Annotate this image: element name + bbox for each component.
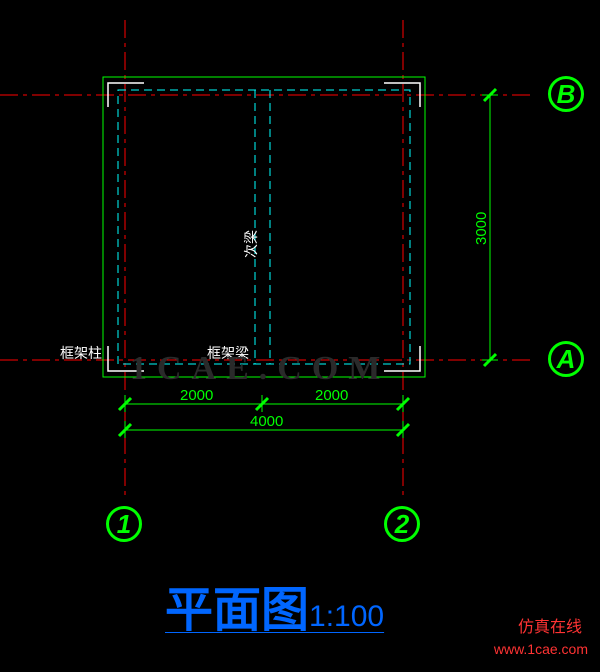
dim-bay-left: 2000 <box>180 387 213 404</box>
drawing-title: 平面图1:100 <box>165 570 384 640</box>
grid-marker-label: B <box>557 79 576 110</box>
column-bl <box>108 346 144 371</box>
drawing-svg: 2000 2000 4000 3000 框架柱 框架梁 次梁 <box>0 0 600 667</box>
watermark-brand: 仿真在线 <box>518 613 582 637</box>
dim-total-y: 3000 <box>473 212 490 245</box>
dim-bay-right: 2000 <box>315 387 348 404</box>
label-girder: 框架梁 <box>207 346 249 362</box>
grid-marker-1: 1 <box>106 506 142 542</box>
grid-marker-label: A <box>557 344 576 375</box>
label-column: 框架柱 <box>60 346 102 362</box>
grid-marker-label: 2 <box>395 509 409 540</box>
title-main: 平面图 <box>165 584 309 637</box>
dim-total-x: 4000 <box>250 413 283 430</box>
grid-marker-label: 1 <box>117 509 131 540</box>
grid-marker-a: A <box>548 341 584 377</box>
watermark-url: www.1cae.com <box>494 641 588 657</box>
label-secondary-beam: 次梁 <box>244 230 260 258</box>
title-scale: 1:100 <box>309 600 384 633</box>
girder-inner <box>118 90 410 364</box>
grid-marker-b: B <box>548 76 584 112</box>
grid-marker-2: 2 <box>384 506 420 542</box>
slab-outline <box>103 77 425 377</box>
column-br <box>384 346 420 371</box>
cad-canvas: 2000 2000 4000 3000 框架柱 框架梁 次梁 B A 1 2 平… <box>0 0 600 667</box>
